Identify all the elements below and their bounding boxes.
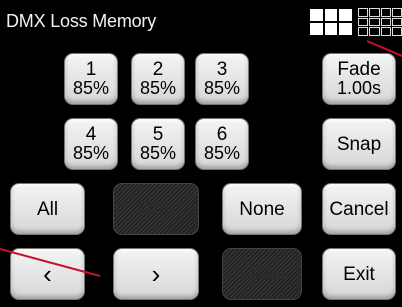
channel-level: 85% [72, 78, 110, 98]
level-label: Level [239, 263, 285, 285]
channel-level: 85% [72, 143, 110, 163]
snap-label: Snap [336, 133, 382, 155]
chevron-left-icon: ‹ [43, 258, 52, 289]
channel-2-button[interactable]: 2 85% [131, 53, 185, 105]
chevron-right-icon: › [151, 258, 161, 289]
snap-button[interactable]: Snap [322, 118, 396, 170]
channel-5-button[interactable]: 5 85% [131, 118, 185, 170]
grid-4x3-icon[interactable] [358, 8, 402, 36]
page-title: DMX Loss Memory [6, 11, 157, 31]
channel-level: 85% [203, 143, 241, 163]
channel-level: 85% [139, 78, 177, 98]
none-button[interactable]: None [222, 183, 302, 235]
fade-button[interactable]: Fade 1.00s [322, 53, 396, 105]
exit-label: Exit [343, 263, 375, 285]
previous-button[interactable]: ‹ [10, 248, 85, 300]
exit-button[interactable]: Exit [322, 248, 396, 300]
dmx-loss-memory-screen: DMX Loss Memory 1 85% 2 85% 3 85% 4 85% … [0, 0, 402, 307]
channel-number: 6 [216, 124, 228, 145]
all-label: All [36, 198, 59, 220]
channel-1-button[interactable]: 1 85% [64, 53, 118, 105]
channel-6-button[interactable]: 6 85% [195, 118, 249, 170]
channel-number: 1 [85, 59, 97, 80]
channel-3-button[interactable]: 3 85% [195, 53, 249, 105]
grid-3x2-icon[interactable] [309, 8, 353, 36]
fade-value: 1.00s [336, 78, 382, 98]
cancel-button[interactable]: Cancel [322, 183, 396, 235]
channel-number: 2 [152, 59, 164, 80]
thru-label: Thru [136, 198, 176, 220]
channel-level: 85% [203, 78, 241, 98]
channel-level: 85% [139, 143, 177, 163]
channel-number: 3 [216, 59, 228, 80]
thru-button[interactable]: Thru [113, 183, 199, 235]
channel-4-button[interactable]: 4 85% [64, 118, 118, 170]
level-button[interactable]: Level [222, 248, 302, 300]
cancel-label: Cancel [329, 198, 389, 220]
all-button[interactable]: All [10, 183, 85, 235]
channel-number: 4 [85, 124, 97, 145]
channel-number: 5 [152, 124, 164, 145]
next-button[interactable]: › [113, 248, 199, 300]
fade-label: Fade [337, 59, 381, 80]
none-label: None [239, 198, 285, 220]
title-bar: DMX Loss Memory [0, 0, 402, 40]
